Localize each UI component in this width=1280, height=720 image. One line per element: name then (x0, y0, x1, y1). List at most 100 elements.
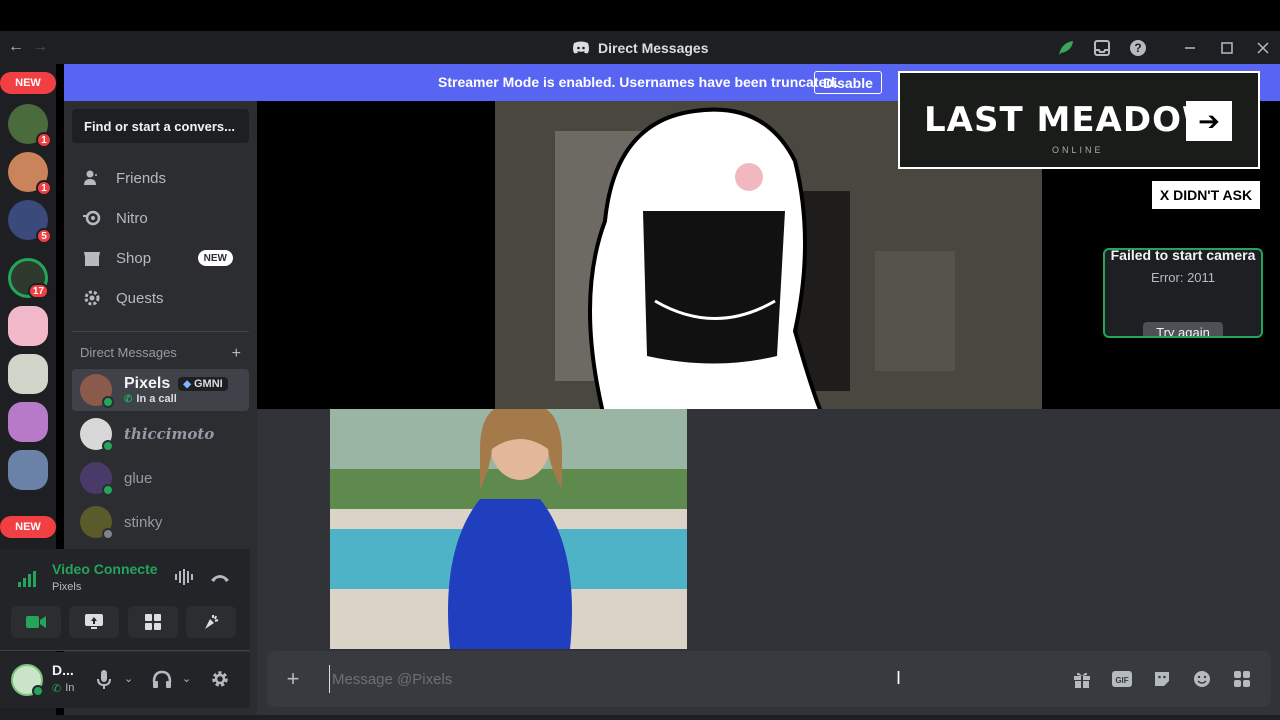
add-attachment-icon[interactable]: + (281, 666, 305, 691)
stream-stage: LAST MEADOW ONLINE ➔ X DIDN'T ASK Failed… (257, 71, 1280, 423)
soundboard-icon (205, 615, 219, 629)
server-icon[interactable] (8, 450, 48, 490)
server-icon[interactable]: 17 (8, 258, 49, 299)
back-button[interactable]: ← (8, 38, 24, 56)
nav-nitro-label: Nitro (116, 209, 148, 227)
avatar (80, 462, 114, 496)
microphone-icon[interactable] (97, 670, 111, 695)
nitro-leaf-icon[interactable] (1056, 38, 1076, 58)
discord-logo-icon (573, 41, 589, 54)
nav-shop[interactable]: Shop NEW (72, 238, 249, 278)
text-cursor-icon: I (896, 668, 902, 688)
apps-icon[interactable] (1231, 669, 1253, 689)
mention-badge: 5 (36, 228, 52, 244)
help-icon[interactable]: ? (1128, 38, 1148, 58)
gem-icon: ◆ (183, 378, 191, 390)
disable-streamer-mode-button[interactable]: Disable (814, 71, 882, 94)
chevron-down-icon[interactable]: ⌄ (182, 672, 191, 685)
nitro-icon (82, 208, 102, 228)
didnt-ask-sticker: X DIDN'T ASK (1152, 181, 1260, 209)
server-icon[interactable] (8, 306, 48, 346)
dm-item-stinky[interactable]: stinky (72, 501, 249, 543)
gear-icon[interactable] (210, 669, 230, 694)
maximize-icon[interactable] (1217, 38, 1237, 58)
emoji-icon[interactable] (1191, 669, 1213, 689)
camera-error-code: Error: 2011 (1150, 270, 1216, 285)
status-online-icon (102, 484, 114, 496)
server-icon[interactable]: 1 (8, 104, 52, 148)
disconnect-icon[interactable] (210, 571, 230, 589)
dm-item-glue[interactable]: glue (72, 457, 249, 499)
arrow-right-icon: ➔ (1186, 101, 1232, 141)
mention-badge: 17 (27, 283, 49, 299)
noise-suppression-icon[interactable] (174, 569, 194, 590)
soundboard-button[interactable] (186, 606, 236, 638)
status-online-icon (102, 396, 114, 408)
window-title: Direct Messages (572, 38, 709, 58)
new-unreads-pill-bottom[interactable]: NEW (0, 516, 56, 538)
nav-nitro[interactable]: Nitro (72, 198, 249, 238)
try-again-button[interactable]: Try again (1143, 322, 1223, 336)
dm-status: In a call (136, 393, 177, 405)
headphones-icon[interactable] (152, 670, 172, 693)
phone-icon: ✆ (52, 683, 62, 695)
server-icon[interactable]: 5 (8, 200, 52, 244)
camera-icon (26, 616, 46, 628)
phone-icon: ✆ (124, 393, 133, 405)
status-online-icon (32, 685, 44, 697)
close-icon[interactable] (1253, 38, 1273, 58)
video-tile-bottom[interactable] (330, 409, 687, 649)
chevron-down-icon[interactable]: ⌄ (124, 672, 133, 685)
call-view: LAST MEADOW ONLINE ➔ X DIDN'T ASK Failed… (257, 71, 1280, 720)
gift-icon[interactable] (1071, 669, 1093, 689)
new-badge: NEW (197, 250, 233, 266)
nav-friends[interactable]: Friends (72, 158, 249, 198)
user-avatar[interactable] (11, 664, 44, 697)
friends-icon (82, 168, 102, 188)
dm-item-pixels[interactable]: Pixels ◆ GMNI ✆ In a call (72, 369, 249, 411)
activity-icon (145, 614, 161, 630)
last-meadow-logo: LAST MEADOW (924, 100, 1221, 140)
user-status-line: ✆ In (52, 682, 74, 695)
dm-item-thiccimoto[interactable]: thiccimoto (72, 413, 249, 455)
last-meadow-sub: ONLINE (1052, 145, 1104, 155)
gif-icon[interactable]: GIF (1111, 669, 1133, 689)
message-input[interactable] (329, 665, 1029, 693)
status-online-icon (102, 440, 114, 452)
minimize-icon[interactable] (1180, 38, 1200, 58)
nav-quests[interactable]: Quests (72, 278, 249, 318)
last-meadow-overlay: LAST MEADOW ONLINE ➔ (898, 71, 1260, 169)
avatar (80, 506, 114, 540)
forward-button[interactable]: → (32, 38, 48, 56)
nav-friends-label: Friends (116, 169, 167, 187)
user-panel: D... ✆ In ⌄ ⌄ (0, 652, 250, 708)
camera-error-title: Failed to start camera (1110, 248, 1256, 263)
dm-header: Direct Messages + (80, 345, 241, 363)
avatar (80, 374, 114, 408)
activity-button[interactable] (128, 606, 178, 638)
svg-text:?: ? (1134, 41, 1141, 55)
user-name[interactable]: D... (52, 662, 74, 678)
bottom-edge (0, 715, 1280, 720)
mention-badge: 1 (36, 132, 52, 148)
shop-icon (82, 248, 102, 268)
user-status: In (65, 682, 75, 694)
inbox-icon[interactable] (1092, 38, 1112, 58)
dm-name: glue (124, 469, 153, 487)
new-unreads-pill[interactable]: NEW (0, 72, 56, 94)
dm-name: Pixels (124, 375, 171, 392)
guild-tag-text: GMNI (193, 378, 223, 390)
server-icon[interactable] (8, 402, 48, 442)
search-input[interactable]: Find or start a convers... (72, 109, 249, 143)
camera-button[interactable] (11, 606, 61, 638)
signal-icon (18, 571, 36, 592)
screen-share-icon (85, 614, 103, 629)
voice-subtitle[interactable]: Pixels (52, 581, 81, 593)
voice-title: Video Connecte (52, 561, 158, 577)
server-icon[interactable] (8, 354, 48, 394)
top-strip (0, 0, 1280, 31)
screen-share-button[interactable] (69, 606, 119, 638)
server-icon[interactable]: 1 (8, 152, 52, 196)
create-dm-icon[interactable]: + (232, 345, 241, 363)
sticker-icon[interactable] (1151, 669, 1173, 689)
